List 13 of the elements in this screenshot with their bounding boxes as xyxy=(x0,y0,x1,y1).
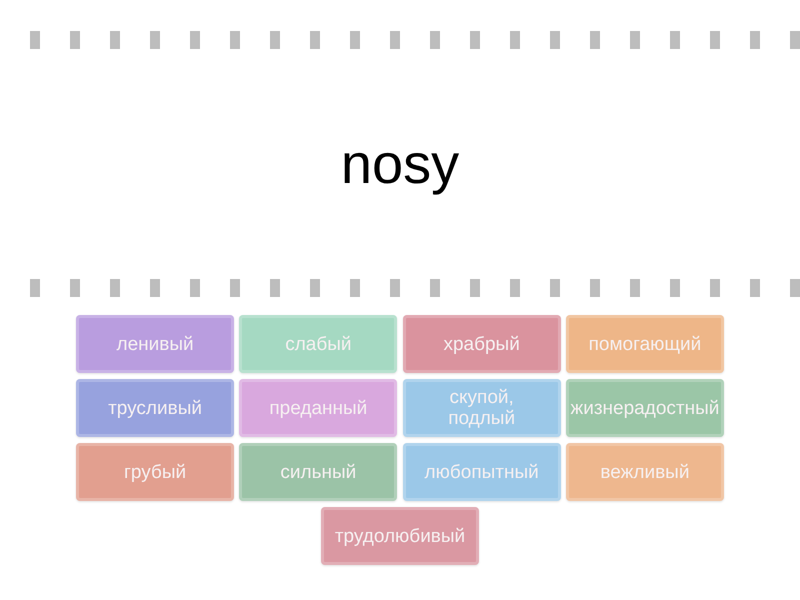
answer-tile[interactable]: помогающий xyxy=(566,315,724,373)
answer-tile[interactable]: грубый xyxy=(76,443,234,501)
answer-tile[interactable]: слабый xyxy=(239,315,398,373)
answer-tile[interactable]: преданный xyxy=(239,379,398,437)
answer-tile[interactable]: вежливый xyxy=(566,443,724,501)
answer-tile[interactable]: скупой, подлый xyxy=(402,379,561,437)
answer-tile[interactable]: любопытный xyxy=(402,443,561,501)
answer-tile[interactable]: храбрый xyxy=(402,315,561,373)
answer-tile[interactable]: ленивый xyxy=(76,315,234,373)
answer-tile[interactable]: сильный xyxy=(239,443,398,501)
answer-tile[interactable]: жизнерадостный xyxy=(566,379,724,437)
answer-tile[interactable]: трудолюбивый xyxy=(321,507,479,565)
answer-tile[interactable]: трусливый xyxy=(76,379,234,437)
